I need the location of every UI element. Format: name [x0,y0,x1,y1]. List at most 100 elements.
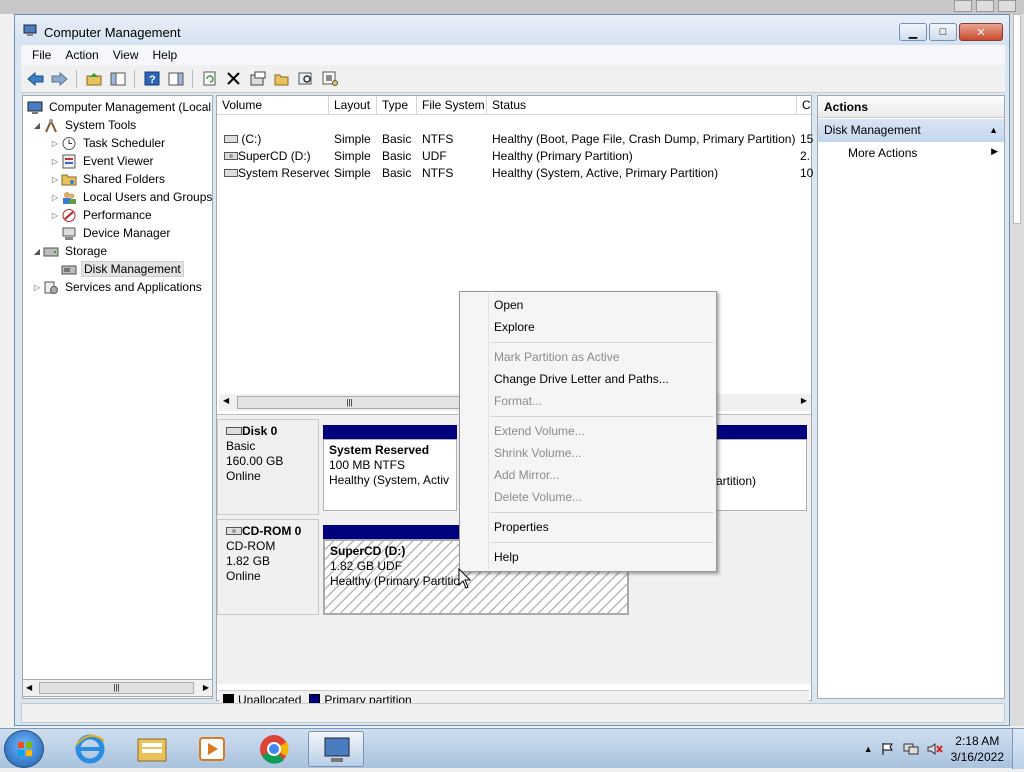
open-folder-icon[interactable] [271,68,292,89]
delete-icon[interactable] [223,68,244,89]
maximize-button[interactable]: □ [929,23,957,41]
search-icon[interactable] [295,68,316,89]
file-system-cell: UDF [422,149,447,163]
tree-item-device-manager[interactable]: Device Manager [61,224,172,242]
menu-help[interactable]: Help [146,48,185,62]
background-window-scrollbar [1010,14,1024,726]
scroll-right-arrow-icon[interactable]: ▶ [203,683,209,692]
context-menu-delete-volume: Delete Volume... [494,490,583,504]
volume-name-cell: System Reserved [219,165,329,182]
back-arrow-icon[interactable] [25,68,46,89]
expand-arrow-icon[interactable]: ▷ [31,283,43,292]
actions-section-disk-management[interactable]: Disk Management ▲ [818,119,1004,142]
table-row[interactable]: System Reserved Simple Basic NTFS Health… [217,165,813,182]
scroll-right-arrow-icon[interactable]: ▶ [801,396,807,405]
expand-arrow-icon[interactable]: ▷ [49,139,61,148]
properties-icon[interactable] [247,68,268,89]
context-menu-properties[interactable]: Properties [494,518,549,536]
column-header-layout[interactable]: Layout [329,96,377,115]
context-menu-change-drive-letter[interactable]: Change Drive Letter and Paths... [494,370,669,388]
collapse-arrow-icon[interactable]: ◢ [31,121,43,130]
disk-0-type: Basic [226,439,256,453]
cd-drive-icon [226,527,242,535]
column-header-capacity[interactable]: C [797,96,813,115]
start-button[interactable] [4,730,44,768]
menu-view[interactable]: View [106,48,146,62]
capacity-cell: 15 [800,132,813,146]
clock[interactable]: 2:18 AM 3/16/2022 [951,733,1004,765]
collapse-arrow-icon[interactable]: ◢ [31,247,43,256]
system-tray: ▲ 2:18 AM 3/16/2022 [864,729,1004,769]
menu-action[interactable]: Action [58,48,105,62]
collapse-up-icon[interactable]: ▲ [989,119,998,142]
table-row[interactable]: (C:) Simple Basic NTFS Healthy (Boot, Pa… [217,131,813,148]
tree-item-event-viewer[interactable]: ▷ Event Viewer [49,152,155,170]
expand-arrow-icon[interactable]: ▷ [49,175,61,184]
taskbar-chrome[interactable] [246,731,302,767]
expand-arrow-icon[interactable]: ▷ [49,211,61,220]
tree-item-shared-folders[interactable]: ▷ Shared Folders [49,170,167,188]
taskbar: ▲ 2:18 AM 3/16/2022 [0,728,1024,769]
system-reserved-partition[interactable]: System Reserved 100 MB NTFS Healthy (Sys… [323,439,457,511]
context-menu-extend-volume: Extend Volume... [494,424,585,438]
network-icon[interactable] [903,742,919,756]
tree-item-disk-management[interactable]: Disk Management [61,260,184,278]
context-menu-help[interactable]: Help [494,548,519,566]
tree-item-computer-management[interactable]: Computer Management (Local [27,98,213,116]
column-header-type[interactable]: Type [377,96,417,115]
context-menu-separator [490,342,714,343]
show-hidden-icons-arrow-icon[interactable]: ▲ [864,744,873,754]
taskbar-file-explorer[interactable] [124,731,180,767]
table-row[interactable]: SuperCD (D:) Simple Basic UDF Healthy (P… [217,148,811,165]
tree-item-system-tools[interactable]: ◢ System Tools [31,116,138,134]
minimize-button[interactable]: ▁ [899,23,927,41]
submenu-arrow-icon[interactable]: ▶ [991,146,998,157]
context-menu-mark-active: Mark Partition as Active [494,350,620,364]
title-bar[interactable]: Computer Management ▁ □ ✕ [15,15,1009,45]
clock-time: 2:18 AM [955,734,1000,748]
tree-item-task-scheduler[interactable]: ▷ Task Scheduler [49,134,167,152]
show-hide-console-tree-icon[interactable] [107,68,128,89]
tree-horizontal-scrollbar[interactable]: ◀ ||| ▶ [22,679,213,697]
forward-arrow-icon[interactable] [49,68,70,89]
disk-0-label[interactable]: Disk 0 Basic 160.00 GB Online [217,419,319,515]
system-tools-icon [43,118,59,133]
partition-bar [323,425,457,439]
computer-management-icon [23,24,37,36]
taskbar-media-player[interactable] [184,731,240,767]
tree-item-local-users[interactable]: ▷ Local Users and Groups [49,188,214,206]
cdrom-0-label[interactable]: CD-ROM 0 CD-ROM 1.82 GB Online [217,519,319,615]
show-hide-action-pane-icon[interactable] [165,68,186,89]
taskbar-computer-management[interactable] [308,731,364,767]
refresh-icon[interactable] [199,68,220,89]
cdrom-0-type: CD-ROM [226,539,276,553]
context-menu-explore[interactable]: Explore [494,318,535,336]
event-viewer-icon [61,154,77,169]
expand-arrow-icon[interactable]: ▷ [49,157,61,166]
column-header-file-system[interactable]: File System [417,96,487,115]
context-menu-separator [490,542,714,543]
scroll-left-arrow-icon[interactable]: ◀ [223,396,229,405]
tree-scroll-thumb[interactable]: ||| [39,682,194,694]
show-desktop-button[interactable] [1012,729,1024,769]
more-actions-link[interactable]: More Actions [848,146,917,160]
help-icon[interactable]: ? [141,68,162,89]
column-header-status[interactable]: Status [487,96,797,115]
tree-item-performance[interactable]: ▷ Performance [49,206,154,224]
volume-muted-icon[interactable] [927,742,943,756]
context-menu-open[interactable]: Open [494,296,523,314]
type-cell: Basic [382,149,412,163]
status-cell: Healthy (System, Active, Primary Partiti… [492,166,719,180]
disk-settings-icon[interactable] [319,68,340,89]
expand-arrow-icon[interactable]: ▷ [49,193,61,202]
column-header-volume[interactable]: Volume [217,96,329,115]
scroll-left-arrow-icon[interactable]: ◀ [26,683,32,692]
tree-item-storage[interactable]: ◢ Storage [31,242,109,260]
tree-item-services-applications[interactable]: ▷ Services and Applications [31,278,204,296]
action-center-flag-icon[interactable] [881,742,895,756]
up-folder-icon[interactable] [83,68,104,89]
volume-scroll-thumb[interactable]: ||| [237,396,462,409]
taskbar-internet-explorer[interactable] [62,731,118,767]
close-button[interactable]: ✕ [959,23,1003,41]
menu-file[interactable]: File [25,48,58,62]
